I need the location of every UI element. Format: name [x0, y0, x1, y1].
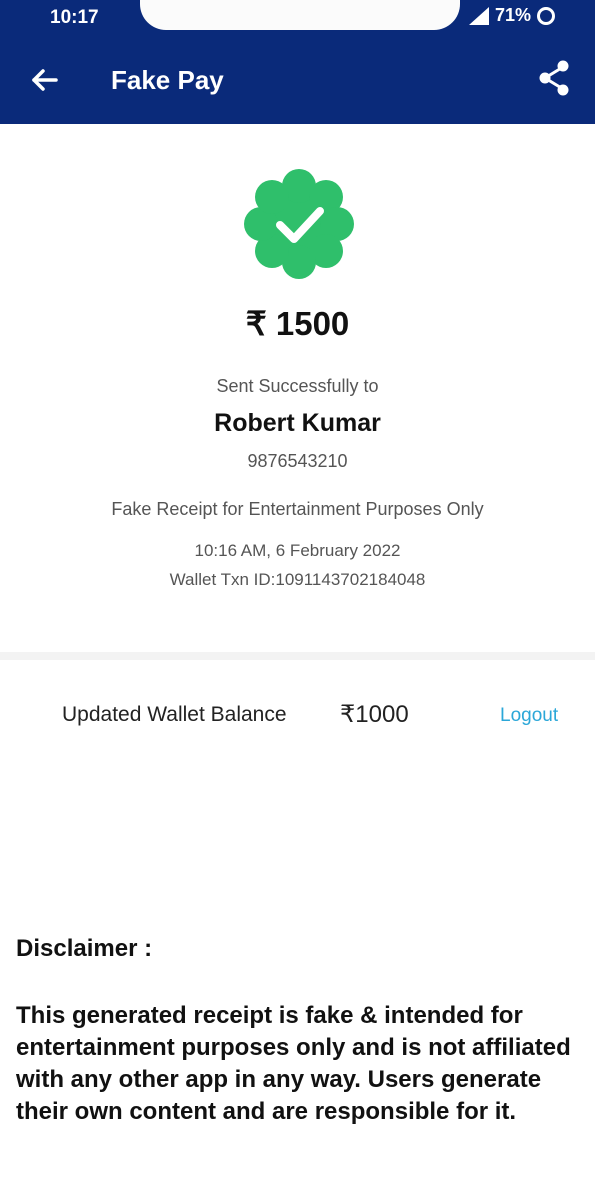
- wallet-balance-value: ₹1000: [340, 701, 409, 728]
- disclaimer-text: This generated receipt is fake & intende…: [16, 1002, 571, 1125]
- arrow-left-icon[interactable]: [28, 64, 60, 96]
- status-bar: 10:17 71%: [0, 0, 595, 40]
- status-time: 10:17: [50, 7, 99, 28]
- transaction-id: Wallet Txn ID:1091143702184048: [169, 570, 426, 589]
- app-title: Fake Pay: [111, 65, 224, 95]
- receipt-card: ₹ 1500 Sent Successfully to Robert Kumar…: [0, 124, 595, 652]
- payment-amount: ₹ 1500: [245, 305, 350, 342]
- wallet-balance-row: Updated Wallet Balance ₹1000 Logout: [0, 660, 595, 770]
- battery-percent: 71%: [494, 5, 531, 25]
- logout-link[interactable]: Logout: [500, 705, 558, 727]
- app-bar: Fake Pay: [0, 40, 595, 124]
- receiver-name: Robert Kumar: [214, 409, 381, 437]
- share-icon[interactable]: [535, 58, 573, 98]
- sent-label: Sent Successfully to: [216, 376, 379, 396]
- receiver-phone: 9876543210: [247, 451, 348, 471]
- disclaimer-title: Disclaimer :: [16, 935, 153, 962]
- transaction-datetime: 10:16 AM, 6 February 2022: [194, 541, 401, 560]
- camera-notch: [140, 0, 460, 30]
- signal-icon: [468, 6, 489, 25]
- verified-check-icon: [244, 169, 354, 279]
- battery-ring-icon: [537, 6, 555, 25]
- section-divider: [0, 652, 595, 660]
- status-indicators: 71%: [468, 5, 555, 26]
- receipt-note: Fake Receipt for Entertainment Purposes …: [111, 499, 484, 519]
- wallet-balance-label: Updated Wallet Balance: [62, 703, 287, 726]
